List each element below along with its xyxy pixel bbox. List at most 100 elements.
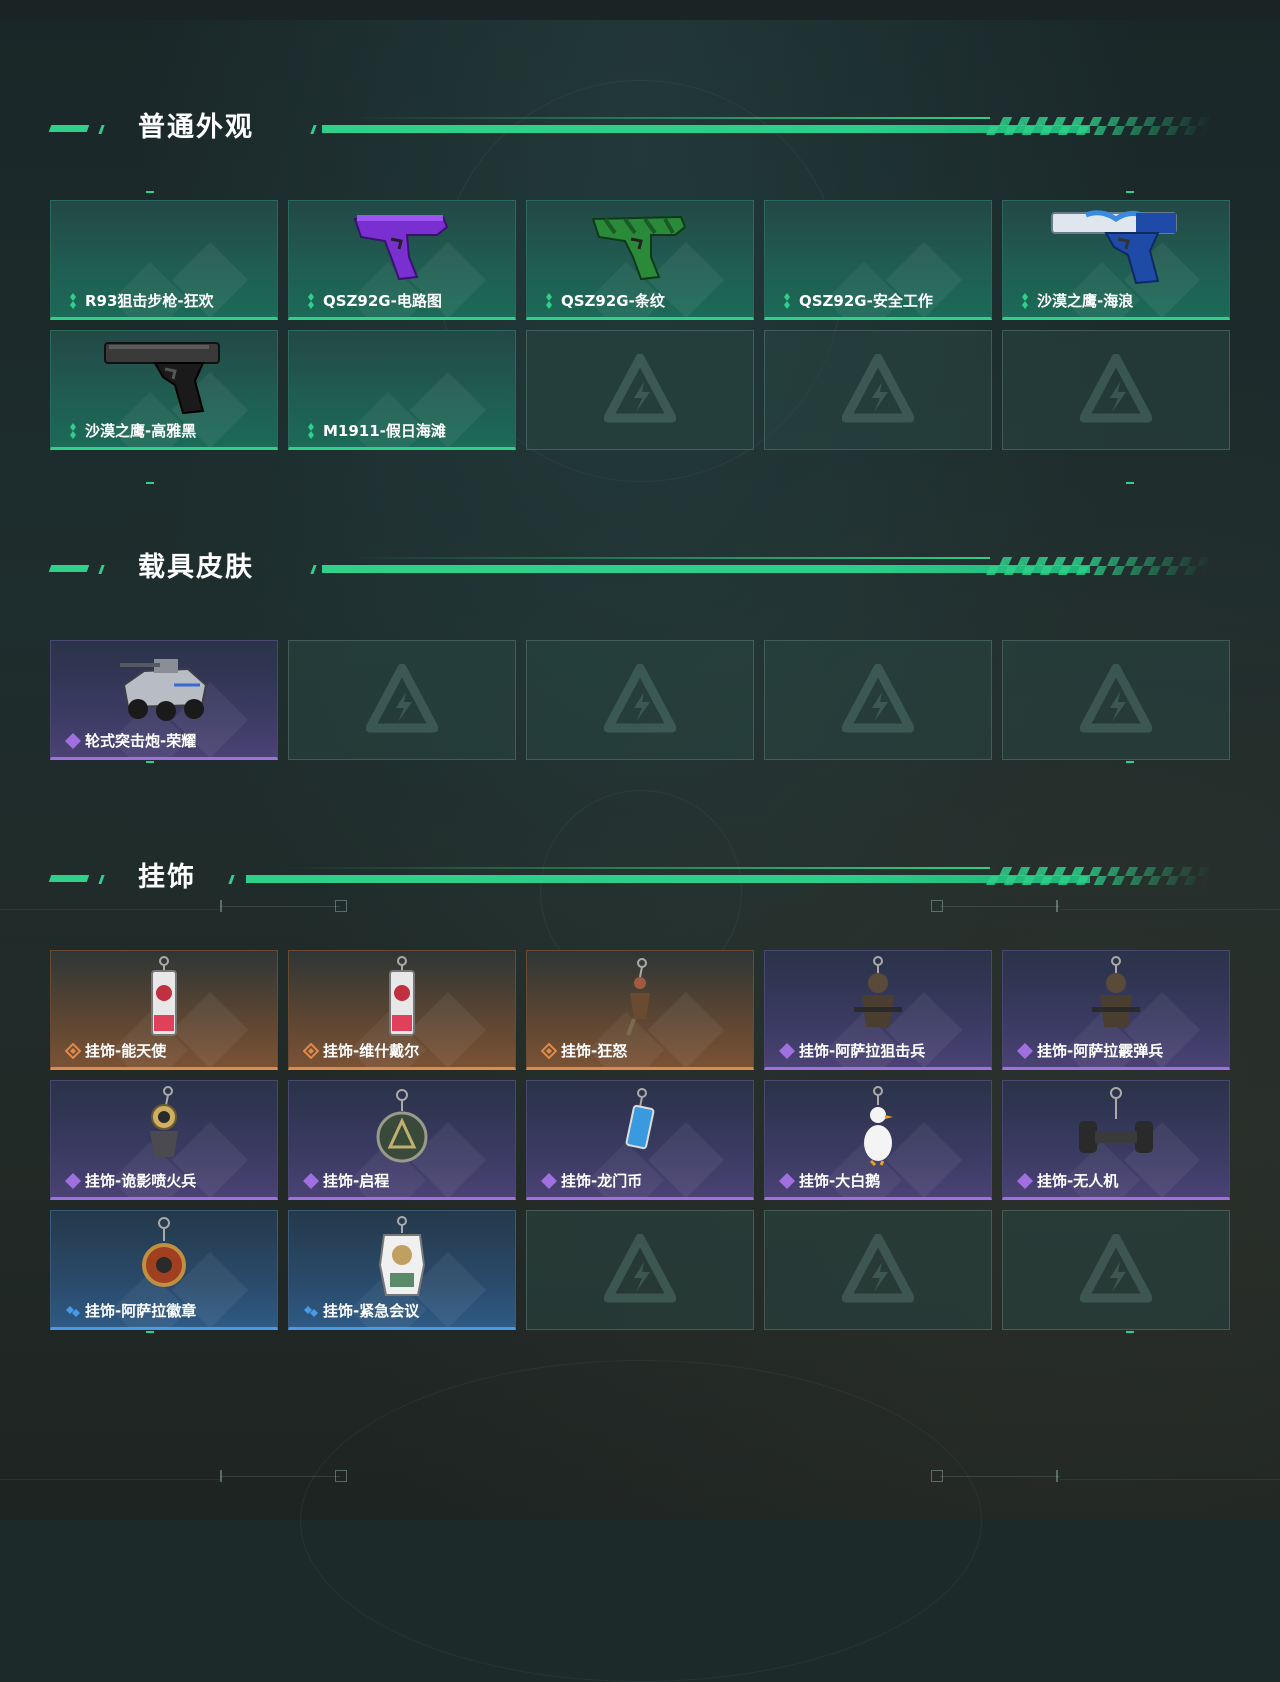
- pendant-card[interactable]: 挂饰-龙门币: [526, 1080, 754, 1200]
- rarity-orange-icon: [303, 1042, 319, 1059]
- vehicle-card[interactable]: 轮式突击炮-荣耀: [50, 640, 278, 760]
- header-accent-slash: [98, 125, 105, 134]
- item-name: 挂饰-阿萨拉徽章: [85, 1302, 197, 1320]
- item-name: 挂饰-维什戴尔: [323, 1042, 420, 1060]
- header-checker-pattern: [985, 117, 1215, 135]
- rarity-purple-icon: [65, 732, 81, 749]
- keychain-figure-icon: [626, 958, 650, 1036]
- header-accent-slash: [310, 565, 317, 574]
- item-label: 挂饰-大白鹅: [779, 1170, 880, 1191]
- guide-line: [220, 906, 340, 907]
- rarity-green-icon: [546, 292, 552, 309]
- pistol-purple-icon: [353, 215, 449, 281]
- guide-square: [335, 1470, 347, 1482]
- item-name: M1911-假日海滩: [323, 422, 446, 440]
- placeholder-logo-icon: [842, 1234, 914, 1303]
- item-label: 挂饰-狂怒: [541, 1040, 627, 1061]
- placeholder-logo-icon: [604, 354, 676, 423]
- empty-slot: [1002, 1210, 1230, 1330]
- item-name: R93狙击步枪-狂欢: [85, 292, 214, 310]
- guide-tick: [220, 1470, 222, 1482]
- keychain-emblem-icon: [376, 1089, 428, 1163]
- keychain-soldier-icon: [854, 956, 902, 1027]
- rarity-purple-icon: [541, 1172, 557, 1189]
- pendant-card[interactable]: 挂饰-大白鹅: [764, 1080, 992, 1200]
- rarity-green-icon: [308, 292, 314, 309]
- placeholder-logo-icon: [366, 664, 438, 733]
- header-checker-pattern: [985, 867, 1215, 885]
- weapon-card[interactable]: 沙漠之鹰-海浪: [1002, 200, 1230, 320]
- pendant-card[interactable]: 挂饰-阿萨拉霰弹兵: [1002, 950, 1230, 1070]
- item-label: 挂饰-龙门币: [541, 1170, 642, 1191]
- armored-vehicle-icon: [120, 659, 208, 721]
- guide-tick: [1056, 1470, 1058, 1482]
- item-name: 沙漠之鹰-高雅黑: [85, 422, 197, 440]
- keychain-character-icon: [378, 1216, 426, 1296]
- empty-slot: [288, 640, 516, 760]
- pendant-card[interactable]: 挂饰-能天使: [50, 950, 278, 1070]
- header-accent-bar: [48, 125, 90, 132]
- pendant-card[interactable]: 挂饰-紧急会议: [288, 1210, 516, 1330]
- item-name: QSZ92G-安全工作: [799, 292, 933, 310]
- empty-slot: [764, 640, 992, 760]
- corner-mark: [146, 191, 154, 193]
- item-name: 沙漠之鹰-海浪: [1037, 292, 1134, 310]
- item-name: 挂饰-龙门币: [561, 1172, 643, 1190]
- empty-slot: [1002, 640, 1230, 760]
- rarity-blue-icon: [304, 1305, 318, 1317]
- corner-mark: [1126, 191, 1134, 193]
- weapon-card[interactable]: QSZ92G-安全工作: [764, 200, 992, 320]
- guide-line: [0, 1479, 220, 1480]
- keychain-card-icon: [389, 956, 415, 1036]
- item-label: 轮式突击炮-荣耀: [65, 730, 196, 751]
- pendant-card[interactable]: 挂饰-无人机: [1002, 1080, 1230, 1200]
- placeholder-logo-icon: [1080, 1234, 1152, 1303]
- section-title: 载具皮肤: [138, 552, 254, 583]
- weapon-card[interactable]: QSZ92G-条纹: [526, 200, 754, 320]
- corner-mark: [1126, 1331, 1134, 1333]
- corner-mark: [146, 761, 154, 763]
- rarity-purple-icon: [65, 1172, 81, 1189]
- placeholder-logo-icon: [842, 664, 914, 733]
- item-name: 挂饰-阿萨拉狙击兵: [799, 1042, 926, 1060]
- item-name: 挂饰-能天使: [85, 1042, 167, 1060]
- weapon-card[interactable]: QSZ92G-电路图: [288, 200, 516, 320]
- keychain-card-icon: [151, 956, 177, 1036]
- pendant-card[interactable]: 挂饰-启程: [288, 1080, 516, 1200]
- pendant-card[interactable]: 挂饰-维什戴尔: [288, 950, 516, 1070]
- keychain-drone-icon: [1079, 1087, 1153, 1153]
- rarity-blue-icon: [66, 1305, 80, 1317]
- item-label: QSZ92G-安全工作: [779, 290, 933, 311]
- guide-tick: [1056, 900, 1058, 912]
- placeholder-logo-icon: [1080, 664, 1152, 733]
- weapon-card[interactable]: 沙漠之鹰-高雅黑: [50, 330, 278, 450]
- empty-slot: [764, 1210, 992, 1330]
- item-name: 挂饰-狂怒: [561, 1042, 628, 1060]
- weapon-card[interactable]: M1911-假日海滩: [288, 330, 516, 450]
- rarity-green-icon: [70, 422, 76, 439]
- corner-mark: [146, 1331, 154, 1333]
- pendant-card[interactable]: 挂饰-阿萨拉徽章: [50, 1210, 278, 1330]
- desert-eagle-black-icon: [104, 342, 220, 415]
- guide-tick: [220, 900, 222, 912]
- section-header-vehicle-skins: 载具皮肤: [48, 552, 1215, 583]
- empty-slot: [1002, 330, 1230, 450]
- rarity-purple-icon: [779, 1172, 795, 1189]
- pendant-card[interactable]: 挂饰-狂怒: [526, 950, 754, 1070]
- pendant-card[interactable]: 挂饰-诡影喷火兵: [50, 1080, 278, 1200]
- pendant-card[interactable]: 挂饰-阿萨拉狙击兵: [764, 950, 992, 1070]
- item-label: R93狙击步枪-狂欢: [65, 290, 214, 311]
- header-accent-slash: [98, 565, 105, 574]
- rarity-orange-icon: [541, 1042, 557, 1059]
- weapon-card[interactable]: R93狙击步枪-狂欢: [50, 200, 278, 320]
- header-accent-line: [322, 125, 1090, 133]
- section-header-pendants: 挂饰: [48, 863, 1215, 893]
- placeholder-logo-icon: [604, 664, 676, 733]
- item-name: 挂饰-诡影喷火兵: [85, 1172, 197, 1190]
- header-accent-slash: [310, 125, 317, 134]
- empty-slot: [526, 1210, 754, 1330]
- item-label: 沙漠之鹰-海浪: [1017, 290, 1133, 311]
- corner-mark: [1126, 761, 1134, 763]
- guide-square: [931, 900, 943, 912]
- item-label: 挂饰-阿萨拉霰弹兵: [1017, 1040, 1163, 1061]
